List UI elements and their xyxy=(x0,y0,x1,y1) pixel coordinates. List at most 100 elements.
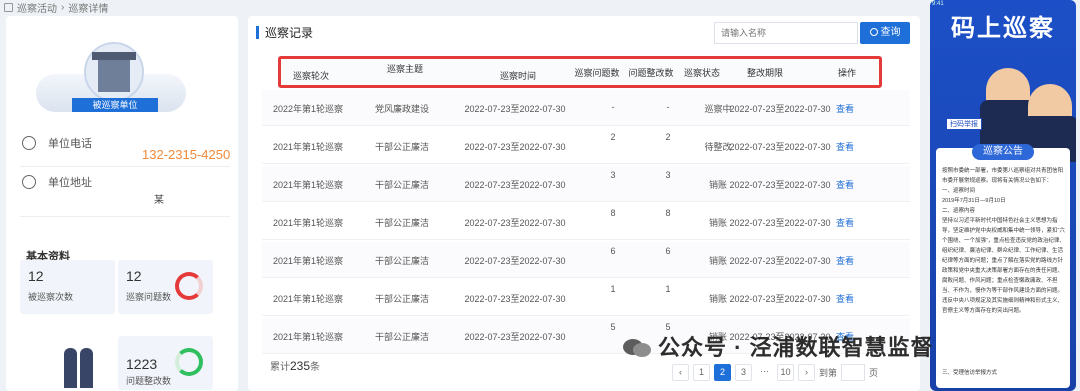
table-cell: 2022-07-23至2022-07-30 xyxy=(729,294,831,304)
location-icon xyxy=(22,175,36,189)
table-cell: 2 xyxy=(665,132,671,142)
phone-icon xyxy=(22,136,36,150)
table-cell: 2022-07-23至2022-07-30 xyxy=(464,294,566,304)
table-cell: 2022-07-23至2022-07-30 xyxy=(729,256,831,266)
search-input[interactable] xyxy=(714,22,858,44)
breadcrumb-item[interactable]: 巡察活动 xyxy=(17,0,57,15)
table-cell: 6 xyxy=(665,246,671,256)
table-cell: 2022-07-23至2022-07-30 xyxy=(464,104,566,114)
page-button[interactable]: 10 xyxy=(777,364,794,381)
phone-value: 132-2315-4250 xyxy=(142,147,231,162)
unit-badge: 被巡察单位 xyxy=(72,98,158,112)
breadcrumb: 巡察活动 › 巡察详情 xyxy=(0,0,109,15)
view-link[interactable]: 查看 xyxy=(836,140,854,153)
view-link[interactable]: 查看 xyxy=(836,292,854,305)
notice-text: 一、巡察时间 xyxy=(942,188,976,194)
table-cell: 2022-07-23至2022-07-30 xyxy=(464,332,566,342)
table-cell: 2021年第1轮巡察 xyxy=(272,180,344,190)
next-page-button[interactable]: › xyxy=(798,364,815,381)
table-cell: 干部公正廉洁 xyxy=(374,218,430,228)
table-cell: 巡察中 xyxy=(704,104,732,114)
column-header: 巡察主题 xyxy=(386,64,424,74)
table-cell: 销账 xyxy=(708,294,728,304)
table-cell: 干部公正廉洁 xyxy=(374,142,430,152)
table-cell: 3 xyxy=(610,170,616,180)
table-cell: 2022-07-23至2022-07-30 xyxy=(729,142,831,152)
table-cell: 销账 xyxy=(708,180,728,190)
search-icon xyxy=(869,28,878,36)
table-row: 2021年第1轮巡察 干部公正廉洁 2022-07-23至2022-07-30 1 1 销… xyxy=(262,280,910,316)
page-suffix: 页 xyxy=(869,368,879,378)
table-cell: 2022-07-23至2022-07-30 xyxy=(464,142,566,152)
stat-label: 巡察问题数 xyxy=(126,292,172,302)
prev-page-button[interactable]: ‹ xyxy=(672,364,689,381)
breadcrumb-item: 巡察详情 xyxy=(68,3,109,15)
table-cell: 销账 xyxy=(708,218,728,228)
notice-text: 二、巡察内容 xyxy=(942,208,976,214)
stat-value: 12 xyxy=(28,268,44,284)
table-cell: 销账 xyxy=(708,256,728,266)
column-header: 巡察时间 xyxy=(499,71,537,81)
table-cell: 3 xyxy=(665,170,671,180)
building-icon xyxy=(92,52,136,92)
wechat-icon xyxy=(623,339,651,357)
table-row: 2021年第1轮巡察 干部公正廉洁 2022-07-23至2022-07-30 3 3 销… xyxy=(262,166,910,202)
table-row: 2021年第1轮巡察 干部公正廉洁 2022-07-23至2022-07-30 8 8 销… xyxy=(262,204,910,240)
query-button[interactable]: 查询 xyxy=(860,22,910,44)
table-cell: - xyxy=(611,102,615,112)
table-cell: 干部公正廉洁 xyxy=(374,256,430,266)
notice-card: 巡察公告 按照市委统一部署，市委第八巡察组对共青团信阳市委开展常规巡察。现将有关… xyxy=(936,144,1070,388)
column-header: 问题整改数 xyxy=(628,68,674,78)
home-icon[interactable] xyxy=(4,2,13,12)
table-cell: 2022-07-23至2022-07-30 xyxy=(729,218,831,228)
view-link[interactable]: 查看 xyxy=(836,254,854,267)
view-link[interactable]: 查看 xyxy=(836,216,854,229)
status-time: 9:41 xyxy=(932,1,944,7)
table-cell: 干部公正廉洁 xyxy=(374,332,430,342)
table-cell: 8 xyxy=(665,208,671,218)
view-link[interactable]: 查看 xyxy=(836,102,854,115)
table-cell: 5 xyxy=(610,322,616,332)
table-cell: 2021年第1轮巡察 xyxy=(272,218,344,228)
table-cell: 2021年第1轮巡察 xyxy=(272,332,344,342)
table-cell: 1 xyxy=(665,284,671,294)
table-row: 2021年第1轮巡察 干部公正廉洁 2022-07-23至2022-07-30 6 6 销… xyxy=(262,242,910,278)
table-cell: - xyxy=(666,102,670,112)
phone-row: 单位电话 xyxy=(22,135,92,151)
page-button[interactable]: 2 xyxy=(714,364,731,381)
notice-title: 巡察公告 xyxy=(972,144,1034,160)
address-label: 单位地址 xyxy=(48,177,92,189)
mobile-preview: 9:41 码上巡察 扫码举报 巡察公告 按照市委统一部署，市委第八巡察组对共青团… xyxy=(930,0,1076,391)
stat-label: 被巡察次数 xyxy=(28,292,74,302)
unit-illustration: 被巡察单位 xyxy=(36,36,186,116)
table-row: 2021年第1轮巡察 干部公正廉洁 2022-07-23至2022-07-30 2 2 待… xyxy=(262,128,910,164)
banner-title: 码上巡察 xyxy=(951,13,1055,42)
progress-ring-icon xyxy=(175,348,203,376)
column-header: 巡察问题数 xyxy=(574,68,620,78)
unit-panel: 被巡察单位 单位电话 132-2315-4250 单位地址 某 基本资料 12 … xyxy=(6,16,238,391)
column-header: 巡察轮次 xyxy=(292,71,330,81)
table-cell: 2022-07-23至2022-07-30 xyxy=(464,180,566,190)
page-button[interactable]: 1 xyxy=(693,364,710,381)
table-cell: 2022-07-23至2022-07-30 xyxy=(464,218,566,228)
table-cell: 干部公正廉洁 xyxy=(374,294,430,304)
notice-text: 坚持以习近平新时代中国特色社会主义思想为指导，坚定维护党中央权威和集中统一领导，… xyxy=(942,218,1065,314)
page-ellipsis: ··· xyxy=(760,366,769,376)
report-tag[interactable]: 扫码举报 xyxy=(946,118,982,130)
table-cell: 待整改 xyxy=(704,142,732,152)
table-cell: 2021年第1轮巡察 xyxy=(272,294,344,304)
total-count: 累计235条 xyxy=(270,359,321,373)
page-jump-input[interactable] xyxy=(841,364,866,381)
stat-card-rectified: 1223 问题整改数 xyxy=(118,336,213,390)
table-cell: 2 xyxy=(610,132,616,142)
pagination: ‹ 1 2 3 ··· 10 › 到第 页 xyxy=(672,364,878,381)
stat-value: 12 xyxy=(126,268,142,284)
watermark: 公众号 · 泾浦数联智慧监督 xyxy=(622,330,934,362)
column-header: 整改期限 xyxy=(746,68,784,78)
table-cell: 8 xyxy=(610,208,616,218)
stat-card-inspections: 12 被巡察次数 xyxy=(20,260,115,314)
page-button[interactable]: 3 xyxy=(735,364,752,381)
view-link[interactable]: 查看 xyxy=(836,178,854,191)
stat-label: 问题整改数 xyxy=(126,376,172,386)
notice-text: 按照市委统一部署，市委第八巡察组对共青团信阳市委开展常规巡察。现将有关情况公告如… xyxy=(942,168,1064,184)
